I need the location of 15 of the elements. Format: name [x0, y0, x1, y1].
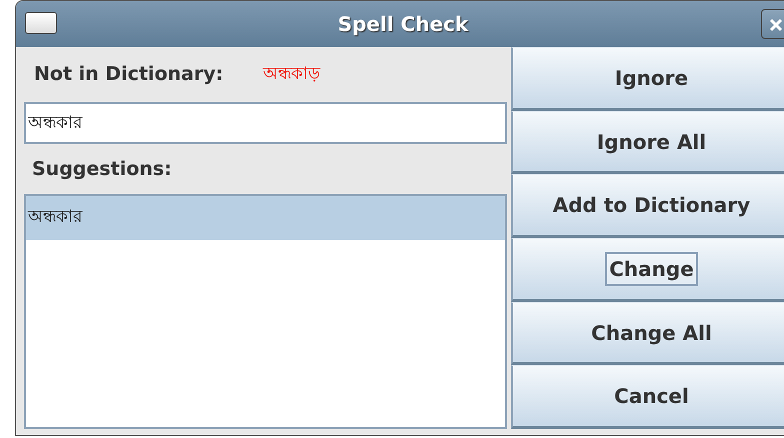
misspelled-word: অন্ধকাড় — [263, 62, 320, 86]
dialog-button[interactable]: Ignore — [511, 47, 784, 111]
window-menu-icon[interactable] — [25, 12, 57, 34]
dialog-button[interactable]: Add to Dictionary — [511, 174, 784, 238]
close-icon — [769, 18, 783, 32]
close-button[interactable] — [761, 9, 784, 39]
dialog-button[interactable]: Change All — [511, 302, 784, 366]
dialog-button[interactable]: Ignore All — [511, 110, 784, 174]
dialog-button[interactable]: Cancel — [511, 365, 784, 430]
window-title: Spell Check — [338, 11, 468, 38]
not-in-dictionary-label: Not in Dictionary: — [34, 62, 224, 88]
suggestion-item[interactable]: অন্ধকার — [26, 196, 505, 240]
suggestions-label: Suggestions: — [32, 156, 172, 182]
replacement-field[interactable]: অন্ধকার — [24, 102, 507, 144]
dialog-button[interactable]: Change — [511, 238, 784, 302]
